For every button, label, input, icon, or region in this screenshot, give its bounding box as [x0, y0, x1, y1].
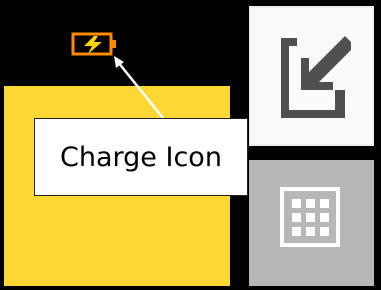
- arrow-down-left-icon: [281, 36, 351, 118]
- menu-button[interactable]: [249, 160, 374, 286]
- charge-icon: [71, 32, 116, 56]
- callout-label: Charge Icon: [34, 118, 248, 196]
- status-bar: [0, 0, 240, 86]
- grid-icon: [280, 187, 340, 247]
- exit-button[interactable]: [249, 6, 374, 146]
